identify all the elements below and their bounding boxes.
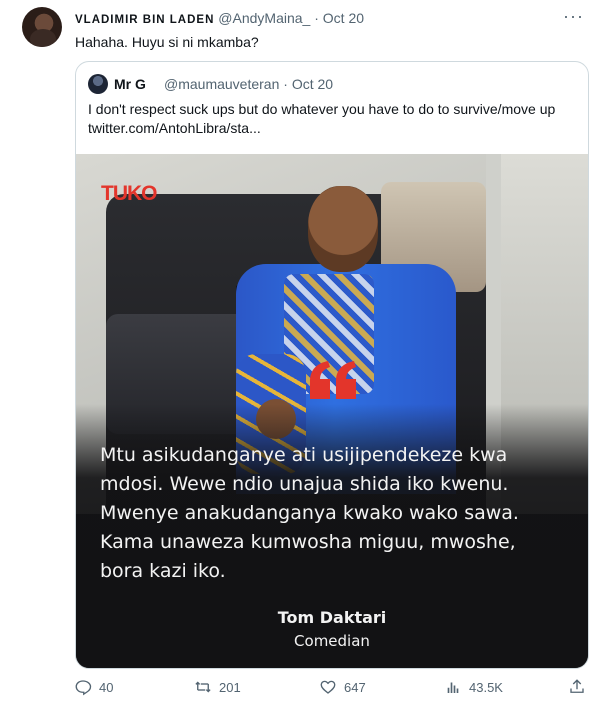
- quoted-author-handle[interactable]: @maumauveteran: [164, 76, 279, 92]
- quoted-author-name[interactable]: Mr G: [114, 76, 146, 92]
- person-head: [308, 186, 378, 272]
- author-name[interactable]: VLADIMIR BIN LADEN: [75, 14, 214, 26]
- image-author-name: Tom Daktari: [277, 608, 387, 627]
- like-icon: [320, 680, 336, 694]
- image-quote-line: bora kazi iko.: [100, 560, 226, 582]
- author-handle[interactable]: @AndyMaina_: [218, 10, 310, 26]
- quoted-author-meta: @maumauveteran · Oct 20: [164, 76, 333, 92]
- reply-icon: [75, 680, 92, 696]
- quote-mark-icon: [310, 361, 356, 399]
- quoted-media-image[interactable]: TUKO Mtu asikudanganye ati usijipendekez…: [76, 154, 588, 668]
- separator-dot: ·: [314, 10, 319, 26]
- image-quote-line: Kama unaweza kumwosha miguu, mwoshe,: [100, 531, 516, 553]
- quoted-separator-dot: ·: [283, 76, 288, 92]
- image-quote-line: Mtu asikudanganye ati usijipendekeze kwa: [100, 444, 508, 466]
- image-quote-text: Mtu asikudanganye ati usijipendekeze kwa…: [100, 441, 570, 586]
- retweet-icon: [195, 681, 211, 693]
- share-button[interactable]: [568, 678, 586, 696]
- quoted-tweet[interactable]: Mr G @maumauveteran · Oct 20 I don't res…: [75, 61, 589, 669]
- image-author-role: Comedian: [294, 632, 370, 650]
- reply-button[interactable]: 40: [74, 678, 113, 696]
- like-button[interactable]: 647: [319, 678, 366, 696]
- tweet-text: Hahaha. Huyu si ni mkamba?: [75, 34, 259, 50]
- quoted-tweet-text: I don't respect suck ups but do whatever…: [88, 101, 556, 136]
- retweet-count: 201: [219, 679, 241, 695]
- reply-count: 40: [99, 679, 114, 695]
- like-count: 647: [344, 679, 366, 695]
- tweet[interactable]: VLADIMIR BIN LADEN @AndyMaina_ · Oct 20 …: [0, 0, 606, 709]
- image-quote-line: mdosi. Wewe ndio unajua shida iko kwenu.: [100, 473, 509, 495]
- author-avatar[interactable]: [22, 7, 62, 47]
- views-button[interactable]: 43.5K: [444, 678, 503, 696]
- tweet-date[interactable]: Oct 20: [323, 10, 364, 26]
- quoted-tweet-date[interactable]: Oct 20: [292, 76, 333, 92]
- tuko-logo: TUKO: [101, 182, 157, 205]
- views-count: 43.5K: [469, 679, 503, 695]
- more-icon[interactable]: ···: [563, 6, 584, 27]
- quoted-author-avatar[interactable]: [88, 74, 108, 94]
- tweet-header: VLADIMIR BIN LADEN @AndyMaina_ · Oct 20: [75, 10, 364, 26]
- retweet-button[interactable]: 201: [194, 678, 241, 696]
- views-icon: [447, 682, 459, 693]
- share-icon: [570, 679, 584, 693]
- tweet-actions: 40 201 647 43.5K: [74, 678, 594, 702]
- image-quote-line: Mwenye anakudanganya kwako wako sawa.: [100, 502, 519, 524]
